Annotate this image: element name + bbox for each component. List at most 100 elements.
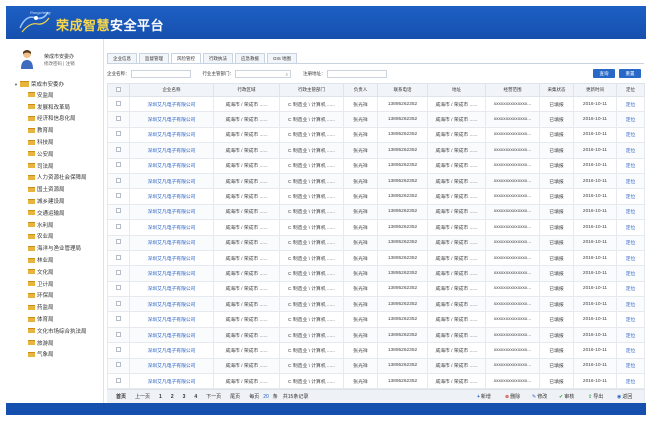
table-cell[interactable]: 深圳艾凡电子有限公司 <box>129 234 214 251</box>
pager-page-4[interactable]: 4 <box>194 394 197 400</box>
sidebar-item[interactable]: 林业局 <box>14 254 102 266</box>
table-cell[interactable]: 定位 <box>616 280 645 298</box>
table-cell[interactable]: 深圳艾凡电子有限公司 <box>129 342 214 359</box>
table-cell[interactable]: 定位 <box>616 342 645 359</box>
user-actions[interactable]: 修改密码 | 注销 <box>44 61 75 67</box>
column-header[interactable]: 经营范围 <box>485 83 540 97</box>
column-header[interactable]: 行政区域 <box>213 83 280 97</box>
table-cell[interactable]: 定位 <box>616 95 645 113</box>
column-header[interactable]: 更新时间 <box>573 83 617 97</box>
sidebar-item[interactable]: 经济和信息化局 <box>14 113 102 125</box>
row-checkbox[interactable] <box>116 146 121 152</box>
table-cell[interactable]: 定位 <box>616 126 645 144</box>
table-cell[interactable]: 定位 <box>616 172 645 190</box>
reg-address-input[interactable] <box>326 70 387 78</box>
sidebar-item[interactable]: 文化局 <box>14 266 102 278</box>
pager-page-3[interactable]: 3 <box>183 394 186 400</box>
table-row[interactable]: 深圳艾凡电子有限公司威海市 / 荣成市 ......C 制造业 \ 计算机 ..… <box>107 373 645 390</box>
tab-2[interactable]: 风险管控 <box>171 53 201 63</box>
column-header[interactable]: 地址 <box>427 83 486 97</box>
row-checkbox[interactable] <box>116 162 121 168</box>
pager-next[interactable]: 下一页 <box>206 393 221 400</box>
table-cell[interactable]: 定位 <box>616 326 645 344</box>
sidebar-item[interactable]: 水利局 <box>14 219 102 231</box>
column-header[interactable]: 联系电话 <box>377 83 428 97</box>
row-checkbox[interactable] <box>116 193 121 199</box>
table-cell[interactable]: 深圳艾凡电子有限公司 <box>129 357 214 375</box>
table-cell[interactable]: 深圳艾凡电子有限公司 <box>129 219 214 236</box>
sidebar-item[interactable]: 旅游局 <box>14 337 102 349</box>
export-button[interactable]: ⇪ 导出 <box>588 393 603 401</box>
sidebar-item[interactable]: 气象局 <box>14 349 102 361</box>
table-cell[interactable]: 定位 <box>616 357 645 375</box>
row-checkbox[interactable] <box>116 285 121 291</box>
company-name-input[interactable] <box>130 70 191 78</box>
table-cell[interactable]: 定位 <box>616 142 645 159</box>
sidebar-item[interactable]: 文化市场综合执法局 <box>14 325 102 337</box>
table-cell[interactable]: 深圳艾凡电子有限公司 <box>129 142 214 159</box>
sidebar-item[interactable]: 发展和改革局 <box>14 101 102 113</box>
table-cell[interactable]: 深圳艾凡电子有限公司 <box>129 172 214 190</box>
row-checkbox[interactable] <box>116 177 121 183</box>
table-cell[interactable]: 深圳艾凡电子有限公司 <box>129 188 214 205</box>
sidebar-item[interactable]: 教育局 <box>14 124 102 136</box>
table-row[interactable]: 深圳艾凡电子有限公司威海市 / 荣成市 ......C 制造业 \ 计算机 ..… <box>107 265 645 282</box>
row-checkbox[interactable] <box>116 362 121 368</box>
tree-root[interactable]: ▼ 荣成市安委办 <box>14 79 102 89</box>
tab-5[interactable]: GIS 地图 <box>267 53 298 63</box>
table-row[interactable]: 深圳艾凡电子有限公司威海市 / 荣成市 ......C 制造业 \ 计算机 ..… <box>107 172 645 190</box>
row-checkbox[interactable] <box>116 331 121 337</box>
sidebar-item[interactable]: 交通运输局 <box>14 207 102 219</box>
table-cell[interactable]: 定位 <box>616 188 645 205</box>
table-row[interactable]: 深圳艾凡电子有限公司威海市 / 荣成市 ......C 制造业 \ 计算机 ..… <box>107 188 645 205</box>
sidebar-item[interactable]: 环保局 <box>14 290 102 302</box>
pager-page-2[interactable]: 2 <box>171 394 174 400</box>
table-cell[interactable]: 定位 <box>616 249 645 267</box>
table-row[interactable]: 深圳艾凡电子有限公司威海市 / 荣成市 ......C 制造业 \ 计算机 ..… <box>107 296 645 313</box>
row-checkbox[interactable] <box>116 254 121 260</box>
table-row[interactable]: 深圳艾凡电子有限公司威海市 / 荣成市 ......C 制造业 \ 计算机 ..… <box>107 342 645 359</box>
table-cell[interactable]: 定位 <box>616 234 645 251</box>
row-checkbox[interactable] <box>116 269 121 275</box>
table-row[interactable]: 深圳艾凡电子有限公司威海市 / 荣成市 ......C 制造业 \ 计算机 ..… <box>107 95 645 113</box>
table-row[interactable]: 深圳艾凡电子有限公司威海市 / 荣成市 ......C 制造业 \ 计算机 ..… <box>107 126 645 144</box>
table-cell[interactable]: 深圳艾凡电子有限公司 <box>129 203 214 221</box>
sidebar-item[interactable]: 城乡建设局 <box>14 195 102 207</box>
table-row[interactable]: 深圳艾凡电子有限公司威海市 / 荣成市 ......C 制造业 \ 计算机 ..… <box>107 157 645 174</box>
select-all-checkbox[interactable] <box>116 87 121 92</box>
sidebar-item[interactable]: 药监局 <box>14 301 102 313</box>
query-button[interactable]: 查询 <box>593 69 615 78</box>
pager-page-size[interactable]: 20 <box>263 394 269 400</box>
row-checkbox[interactable] <box>116 223 121 229</box>
industry-dept-input[interactable]: ⌕ <box>235 70 291 78</box>
row-checkbox[interactable] <box>116 316 121 322</box>
tab-0[interactable]: 企业信息 <box>107 53 137 63</box>
table-row[interactable]: 深圳艾凡电子有限公司威海市 / 荣成市 ......C 制造业 \ 计算机 ..… <box>107 234 645 251</box>
tab-3[interactable]: 行政执法 <box>203 53 233 63</box>
table-cell[interactable]: 定位 <box>616 311 645 328</box>
pager-prev[interactable]: 上一页 <box>135 393 150 400</box>
edit-button[interactable]: ✎ 修改 <box>532 393 547 401</box>
tab-4[interactable]: 应急救援 <box>235 53 265 63</box>
column-header[interactable]: 定位 <box>616 83 645 97</box>
row-checkbox[interactable] <box>116 100 121 106</box>
column-header[interactable]: 行政主管部门 <box>279 83 344 97</box>
table-cell[interactable]: 深圳艾凡电子有限公司 <box>129 265 214 282</box>
delete-button[interactable]: ⊗ 删除 <box>505 393 520 401</box>
pager-page-1[interactable]: 1 <box>159 394 162 400</box>
tab-1[interactable]: 监督管理 <box>139 53 169 63</box>
sidebar-item[interactable]: 海洋与渔业管理局 <box>14 242 102 254</box>
reset-button[interactable]: 重置 <box>619 69 641 78</box>
column-header[interactable]: 企业名称 <box>129 83 214 97</box>
sidebar-item[interactable]: 司法局 <box>14 160 102 172</box>
table-cell[interactable]: 深圳艾凡电子有限公司 <box>129 249 214 267</box>
table-cell[interactable]: 定位 <box>616 111 645 128</box>
table-row[interactable]: 深圳艾凡电子有限公司威海市 / 荣成市 ......C 制造业 \ 计算机 ..… <box>107 111 645 128</box>
column-header[interactable]: 采集状态 <box>539 83 574 97</box>
pager-last[interactable]: 尾页 <box>230 393 240 400</box>
table-cell[interactable]: 深圳艾凡电子有限公司 <box>129 95 214 113</box>
table-cell[interactable]: 定位 <box>616 373 645 390</box>
table-cell[interactable]: 定位 <box>616 219 645 236</box>
sidebar-item[interactable]: 科技局 <box>14 136 102 148</box>
table-row[interactable]: 深圳艾凡电子有限公司威海市 / 荣成市 ......C 制造业 \ 计算机 ..… <box>107 203 645 221</box>
